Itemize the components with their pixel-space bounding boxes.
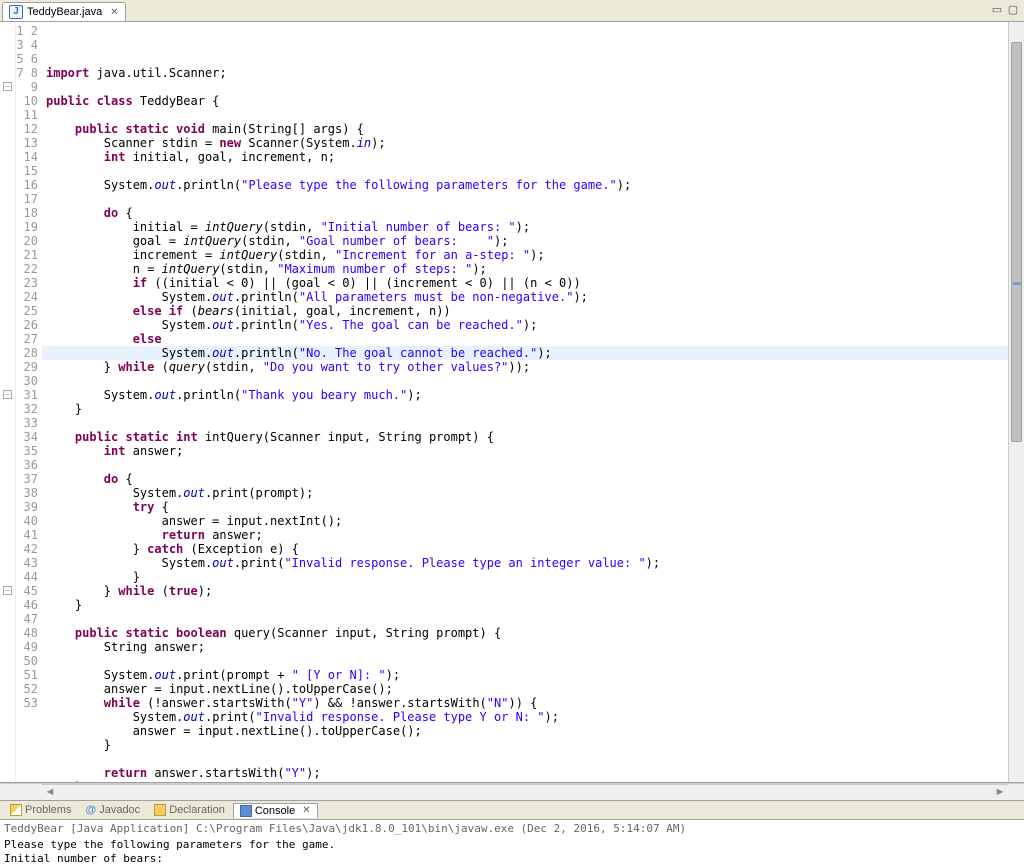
console-process-title: TeddyBear [Java Application] C:\Program …	[4, 822, 1020, 838]
problems-icon	[10, 804, 22, 816]
scrollbar-thumb[interactable]	[1011, 42, 1022, 442]
tab-javadoc[interactable]: @ Javadoc	[79, 803, 146, 817]
console-panel: TeddyBear [Java Application] C:\Program …	[0, 820, 1024, 868]
console-output-line: Please type the following parameters for…	[4, 838, 1020, 852]
console-icon	[240, 805, 252, 817]
close-console-icon[interactable]: ✕	[302, 805, 310, 816]
scrollbar-mark	[1013, 282, 1021, 285]
minimize-icon[interactable]: ▭	[990, 2, 1004, 16]
tab-filename: TeddyBear.java	[27, 6, 102, 18]
fold-toggle-icon[interactable]: −	[3, 390, 12, 399]
tab-label: Javadoc	[99, 804, 140, 816]
fold-toggle-icon[interactable]: −	[3, 586, 12, 595]
close-tab-icon[interactable]: ✕	[110, 7, 118, 18]
horizontal-scrollbar[interactable]: ◄ ►	[42, 784, 1008, 800]
editor-tab-bar: J TeddyBear.java ✕ ▭ ▢	[0, 0, 1024, 22]
vertical-scrollbar[interactable]	[1008, 22, 1024, 782]
line-number-gutter: 1 2 3 4 5 6 7 8 9 10 11 12 13 14 15 16 1…	[16, 22, 42, 782]
console-output-line: Initial number of bears:	[4, 852, 1020, 866]
tab-declaration[interactable]: Declaration	[148, 803, 231, 817]
fold-toggle-icon[interactable]: −	[3, 82, 12, 91]
tab-problems[interactable]: Problems	[4, 803, 77, 817]
scroll-right-arrow[interactable]: ►	[992, 785, 1008, 799]
bottom-view-tab-bar: Problems @ Javadoc Declaration Console ✕	[0, 800, 1024, 820]
gutter-fold-column: − − −	[0, 22, 16, 782]
declaration-icon	[154, 804, 166, 816]
tab-label: Console	[255, 805, 295, 817]
file-tab-teddybear[interactable]: J TeddyBear.java ✕	[2, 2, 126, 21]
java-file-icon: J	[9, 5, 23, 19]
tab-label: Problems	[25, 804, 71, 816]
tab-console[interactable]: Console ✕	[233, 803, 318, 818]
scroll-left-arrow[interactable]: ◄	[42, 785, 58, 799]
code-content[interactable]: import java.util.Scanner; public class T…	[42, 22, 1008, 782]
javadoc-icon: @	[85, 804, 96, 816]
maximize-icon[interactable]: ▢	[1006, 2, 1020, 16]
code-editor[interactable]: − − − 1 2 3 4 5 6 7 8 9 10 11 12 13 14 15 …	[0, 22, 1024, 783]
tab-label: Declaration	[169, 804, 225, 816]
